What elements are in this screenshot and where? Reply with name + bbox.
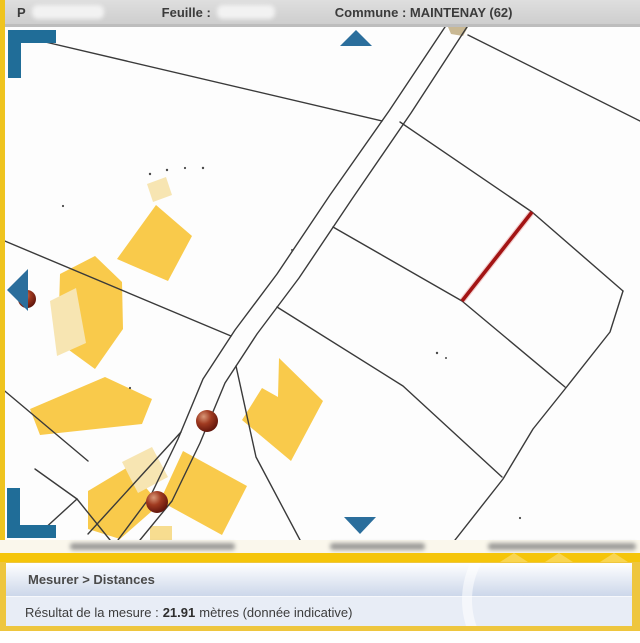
measure-point-marker xyxy=(146,491,168,513)
result-suffix: mètres (donnée indicative) xyxy=(199,604,353,620)
cadastre-map[interactable] xyxy=(0,27,640,540)
measure-breadcrumb: Mesurer > Distances xyxy=(6,563,632,596)
pan-up-arrow-icon[interactable] xyxy=(340,30,372,46)
map-meta-strip xyxy=(0,540,640,553)
panel-body: Mesurer > Distances Résultat de la mesur… xyxy=(6,563,632,626)
redacted-parcelle-value xyxy=(31,5,104,19)
measure-panel: Mesurer > Distances Résultat de la mesur… xyxy=(0,553,640,631)
cadastre-viewer: P Feuille : Commune : MAINTENAY (62) Mes… xyxy=(0,0,640,643)
result-prefix: Résultat de la mesure : xyxy=(25,604,159,620)
building-top-edge xyxy=(448,27,468,36)
panel-gold-band xyxy=(0,553,640,562)
pan-down-arrow-icon[interactable] xyxy=(344,517,376,534)
map-corner-bracket-icon xyxy=(8,30,56,78)
measure-line xyxy=(459,210,535,303)
redacted-feuille-value xyxy=(216,5,275,19)
pan-left-arrow-icon[interactable] xyxy=(7,269,28,311)
map-info-bar: P Feuille : Commune : MAINTENAY (62) xyxy=(0,0,640,27)
building xyxy=(160,451,247,535)
building xyxy=(30,377,152,435)
bottom-whitespace xyxy=(0,631,640,643)
redacted-meta-text xyxy=(70,543,235,550)
map-corner-bracket-icon xyxy=(7,488,56,538)
building xyxy=(117,205,192,281)
result-value: 21.91 xyxy=(162,604,196,620)
breadcrumb-text: Mesurer > Distances xyxy=(28,572,155,587)
parcelle-label: P xyxy=(17,4,26,20)
light-building xyxy=(147,177,172,202)
building-footprints xyxy=(30,27,468,540)
road-left-edge xyxy=(117,27,446,540)
commune-label: Commune : MAINTENAY (62) xyxy=(334,4,513,20)
feuille-label: Feuille : xyxy=(161,4,211,20)
light-building xyxy=(150,526,172,540)
redacted-meta-text xyxy=(488,543,636,550)
left-gold-border xyxy=(0,0,5,554)
measure-result-row: Résultat de la mesure : 21.91 mètres (do… xyxy=(6,596,632,626)
redacted-meta-text xyxy=(330,543,425,550)
measure-point-marker xyxy=(196,410,218,432)
